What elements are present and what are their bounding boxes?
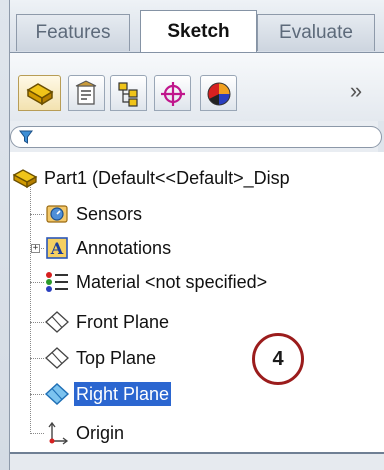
tree-item-material[interactable]: Material <not specified> [44, 265, 267, 299]
tab-evaluate[interactable]: Evaluate [257, 14, 375, 51]
sensors-icon [44, 201, 70, 227]
tab-configuration-manager[interactable] [110, 75, 147, 111]
tab-feature-manager[interactable] [18, 75, 61, 111]
tree-root-part1[interactable]: Part1 (Default<<Default>_Disp [12, 161, 290, 195]
tree-item-annotations[interactable]: A Annotations [44, 231, 171, 265]
more-tabs-chevron-icon[interactable]: » [344, 77, 368, 105]
panel-bottom-separator [10, 452, 384, 470]
tree-item-label: Sensors [76, 204, 143, 224]
tree-guide-line [30, 394, 44, 395]
plane-icon [44, 381, 70, 407]
tree-item-sensors[interactable]: Sensors [44, 197, 142, 231]
tab-property-manager[interactable] [68, 75, 105, 111]
tree-guide-line [30, 322, 44, 323]
tab-sketch[interactable]: Sketch [140, 10, 257, 52]
filter-funnel-icon [19, 130, 33, 144]
property-manager-icon [75, 80, 97, 105]
tree-item-top-plane[interactable]: Top Plane [44, 341, 156, 375]
material-icon [44, 269, 70, 295]
tree-item-label: Top Plane [76, 348, 157, 368]
part-icon [12, 165, 38, 191]
tree-item-label: Front Plane [76, 312, 170, 332]
plane-icon [44, 309, 70, 335]
annotations-icon: A [44, 235, 70, 261]
tree-guide-line [30, 358, 44, 359]
display-manager-icon [207, 82, 231, 106]
tree-item-right-plane[interactable]: Right Plane [44, 377, 172, 411]
tab-display-manager[interactable] [200, 75, 237, 111]
tab-dimxpert-manager[interactable] [154, 75, 191, 111]
configuration-manager-icon [118, 82, 138, 107]
tree-guide-line [30, 433, 44, 434]
tree-guide-line [30, 180, 31, 434]
tree-root-label: Part1 (Default<<Default>_Disp [44, 168, 290, 188]
tree-filter [10, 124, 384, 150]
tree-item-label: Origin [76, 423, 125, 443]
feature-manager-tabstrip: » [10, 53, 384, 121]
tree-item-label-selected: Right Plane [74, 382, 172, 406]
tree-item-front-plane[interactable]: Front Plane [44, 305, 169, 339]
feature-tree-icon [26, 83, 54, 106]
tree-item-label: Annotations [76, 238, 172, 258]
svg-text:A: A [50, 239, 64, 258]
step-callout: 4 [252, 333, 304, 385]
filter-input[interactable] [10, 126, 382, 148]
tab-features[interactable]: Features [16, 14, 130, 51]
command-manager-tabbar: Features Sketch Evaluate [10, 0, 384, 53]
dimxpert-icon [161, 82, 185, 106]
plane-icon [44, 345, 70, 371]
origin-icon [44, 420, 70, 446]
left-frame [0, 0, 10, 470]
feature-tree: Part1 (Default<<Default>_Disp Sensors + … [10, 152, 384, 452]
tree-guide-line [30, 214, 44, 215]
tree-item-label: Material <not specified> [76, 272, 268, 292]
expand-annotations-icon[interactable]: + [31, 244, 40, 253]
tree-guide-line [30, 282, 44, 283]
solidworks-panel: Features Sketch Evaluate » Part1 (Defaul… [0, 0, 384, 470]
tree-item-origin[interactable]: Origin [44, 416, 124, 450]
